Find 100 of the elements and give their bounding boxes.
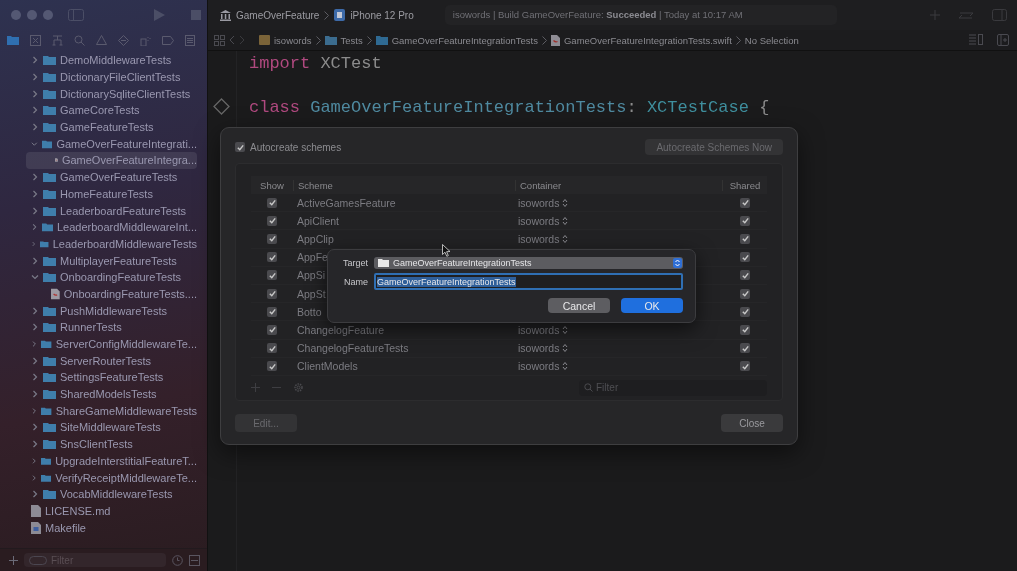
report-icon[interactable] bbox=[185, 34, 195, 46]
grid-icon[interactable] bbox=[214, 34, 225, 46]
gear-icon[interactable] bbox=[293, 382, 304, 394]
show-checkbox[interactable] bbox=[267, 306, 277, 317]
column-header[interactable]: Scheme bbox=[293, 179, 515, 191]
navigator-row[interactable]: DictionaryFileClientTests bbox=[0, 68, 197, 86]
chevron-icon[interactable] bbox=[31, 89, 39, 98]
breadcrumb-item[interactable]: isowords bbox=[274, 34, 312, 46]
show-checkbox[interactable] bbox=[267, 215, 277, 226]
show-checkbox[interactable] bbox=[267, 252, 277, 263]
navigator-row[interactable]: VerifyReceiptMiddlewareTe... bbox=[0, 469, 197, 486]
show-checkbox[interactable] bbox=[267, 288, 277, 299]
chevron-icon[interactable] bbox=[31, 106, 39, 115]
shared-checkbox[interactable] bbox=[740, 270, 750, 281]
close-button[interactable] bbox=[11, 10, 21, 20]
navigator-row[interactable]: LeaderboardMiddlewareTests bbox=[0, 235, 197, 253]
autocreate-checkbox[interactable] bbox=[235, 142, 245, 152]
container-popup[interactable]: isowords bbox=[518, 360, 569, 373]
lines-icon[interactable] bbox=[969, 34, 983, 45]
column-header[interactable]: Shared bbox=[722, 179, 767, 191]
minimize-button[interactable] bbox=[27, 10, 37, 20]
diamond-icon[interactable] bbox=[118, 34, 129, 46]
cancel-button[interactable]: Cancel bbox=[548, 298, 610, 313]
breadcrumb-item[interactable]: Tests bbox=[340, 34, 363, 46]
container-popup[interactable]: isowords bbox=[518, 342, 569, 355]
shared-checkbox[interactable] bbox=[740, 306, 750, 317]
chevron-icon[interactable] bbox=[31, 440, 39, 449]
chevron-icon[interactable] bbox=[31, 490, 39, 499]
chevron-icon[interactable] bbox=[31, 340, 38, 349]
container-popup[interactable]: isowords bbox=[518, 323, 569, 336]
chevron-icon[interactable] bbox=[31, 273, 39, 282]
sidebar-toggle-icon[interactable] bbox=[68, 9, 84, 21]
scheme-name[interactable]: GameOverFeature bbox=[236, 9, 320, 21]
filter-options-icon[interactable] bbox=[29, 555, 47, 565]
show-checkbox[interactable] bbox=[267, 270, 277, 281]
shared-checkbox[interactable] bbox=[740, 233, 750, 244]
chevron-icon[interactable] bbox=[31, 373, 39, 382]
navigator-row[interactable]: ServerConfigMiddlewareTe... bbox=[0, 335, 197, 353]
panel-icon[interactable] bbox=[189, 554, 200, 566]
breadcrumb-item[interactable]: No Selection bbox=[744, 34, 799, 46]
show-checkbox[interactable] bbox=[267, 324, 277, 335]
navigator-row[interactable]: ShareGameMiddlewareTests bbox=[0, 402, 197, 420]
container-popup[interactable]: isowords bbox=[518, 232, 569, 245]
shared-checkbox[interactable] bbox=[740, 361, 750, 372]
navigator-row[interactable]: DemoMiddlewareTests bbox=[0, 52, 197, 69]
clock-icon[interactable] bbox=[172, 554, 183, 566]
test-diamond-icon[interactable] bbox=[213, 98, 230, 115]
chevron-icon[interactable] bbox=[31, 189, 39, 198]
inspector-toggle-icon[interactable] bbox=[992, 9, 1007, 21]
navigator-row[interactable]: DictionarySqliteClientTests bbox=[0, 85, 197, 103]
chevron-icon[interactable] bbox=[31, 223, 38, 232]
add-icon[interactable] bbox=[251, 383, 260, 393]
back-icon[interactable] bbox=[229, 35, 235, 45]
shared-checkbox[interactable] bbox=[740, 343, 750, 354]
navigator-row[interactable]: SharedModelsTests bbox=[0, 385, 197, 403]
add-icon[interactable] bbox=[9, 555, 18, 565]
chevron-icon[interactable] bbox=[31, 323, 39, 332]
chevron-icon[interactable] bbox=[31, 173, 39, 182]
navigator-row[interactable]: RunnerTests bbox=[0, 319, 197, 336]
navigator-row[interactable]: MultiplayerFeatureTests bbox=[0, 252, 197, 269]
navigator-row[interactable]: PushMiddlewareTests bbox=[0, 302, 197, 319]
show-checkbox[interactable] bbox=[267, 233, 277, 244]
shared-checkbox[interactable] bbox=[740, 197, 750, 208]
swap-arrows-icon[interactable] bbox=[958, 9, 974, 21]
chevron-icon[interactable] bbox=[31, 123, 39, 132]
add-editor-icon[interactable] bbox=[997, 34, 1009, 46]
folder-icon[interactable] bbox=[7, 35, 19, 45]
close-square-icon[interactable] bbox=[30, 34, 41, 46]
zoom-button[interactable] bbox=[43, 10, 53, 20]
navigator-row[interactable]: GameOverFeatureTests bbox=[0, 168, 197, 186]
warning-icon[interactable] bbox=[96, 35, 107, 45]
navigator-row[interactable]: GameFeatureTests bbox=[0, 118, 197, 136]
shared-checkbox[interactable] bbox=[740, 215, 750, 226]
chevron-icon[interactable] bbox=[31, 406, 38, 415]
navigator-row[interactable]: GameOverFeatureIntegrati... bbox=[0, 135, 197, 153]
navigator-row[interactable]: SettingsFeatureTests bbox=[0, 369, 197, 386]
show-checkbox[interactable] bbox=[267, 343, 277, 354]
navigator-row[interactable]: LeaderboardFeatureTests bbox=[0, 202, 197, 219]
navigator-row[interactable]: UpgradeInterstitialFeatureT... bbox=[0, 452, 197, 470]
shared-checkbox[interactable] bbox=[740, 324, 750, 335]
show-checkbox[interactable] bbox=[267, 197, 277, 208]
column-header[interactable]: Show bbox=[251, 179, 293, 191]
navigator-row[interactable]: VocabMiddlewareTests bbox=[0, 485, 197, 503]
navigator-row[interactable]: SiteMiddlewareTests bbox=[0, 419, 197, 436]
chevron-icon[interactable] bbox=[31, 423, 39, 432]
container-popup[interactable]: isowords bbox=[518, 196, 569, 209]
navigator-row[interactable]: LICENSE.md bbox=[0, 502, 197, 520]
breadcrumb-item[interactable]: GameOverFeatureIntegrationTests bbox=[391, 34, 538, 46]
show-checkbox[interactable] bbox=[267, 361, 277, 372]
shared-checkbox[interactable] bbox=[740, 252, 750, 263]
play-icon[interactable] bbox=[154, 9, 165, 21]
forward-icon[interactable] bbox=[239, 35, 245, 45]
column-header[interactable]: Container bbox=[515, 179, 722, 191]
name-field[interactable]: GameOverFeatureIntegrationTests bbox=[374, 273, 683, 290]
navigator-row[interactable]: SnsClientTests bbox=[0, 435, 197, 453]
navigator-row[interactable]: GameCoreTests bbox=[0, 102, 197, 119]
close-button[interactable]: Close bbox=[721, 414, 783, 432]
navigator-row[interactable]: LeaderboardMiddlewareInt... bbox=[0, 218, 197, 236]
chevron-icon[interactable] bbox=[31, 239, 37, 248]
navigator-row[interactable]: OnboardingFeatureTests.... bbox=[0, 285, 197, 303]
